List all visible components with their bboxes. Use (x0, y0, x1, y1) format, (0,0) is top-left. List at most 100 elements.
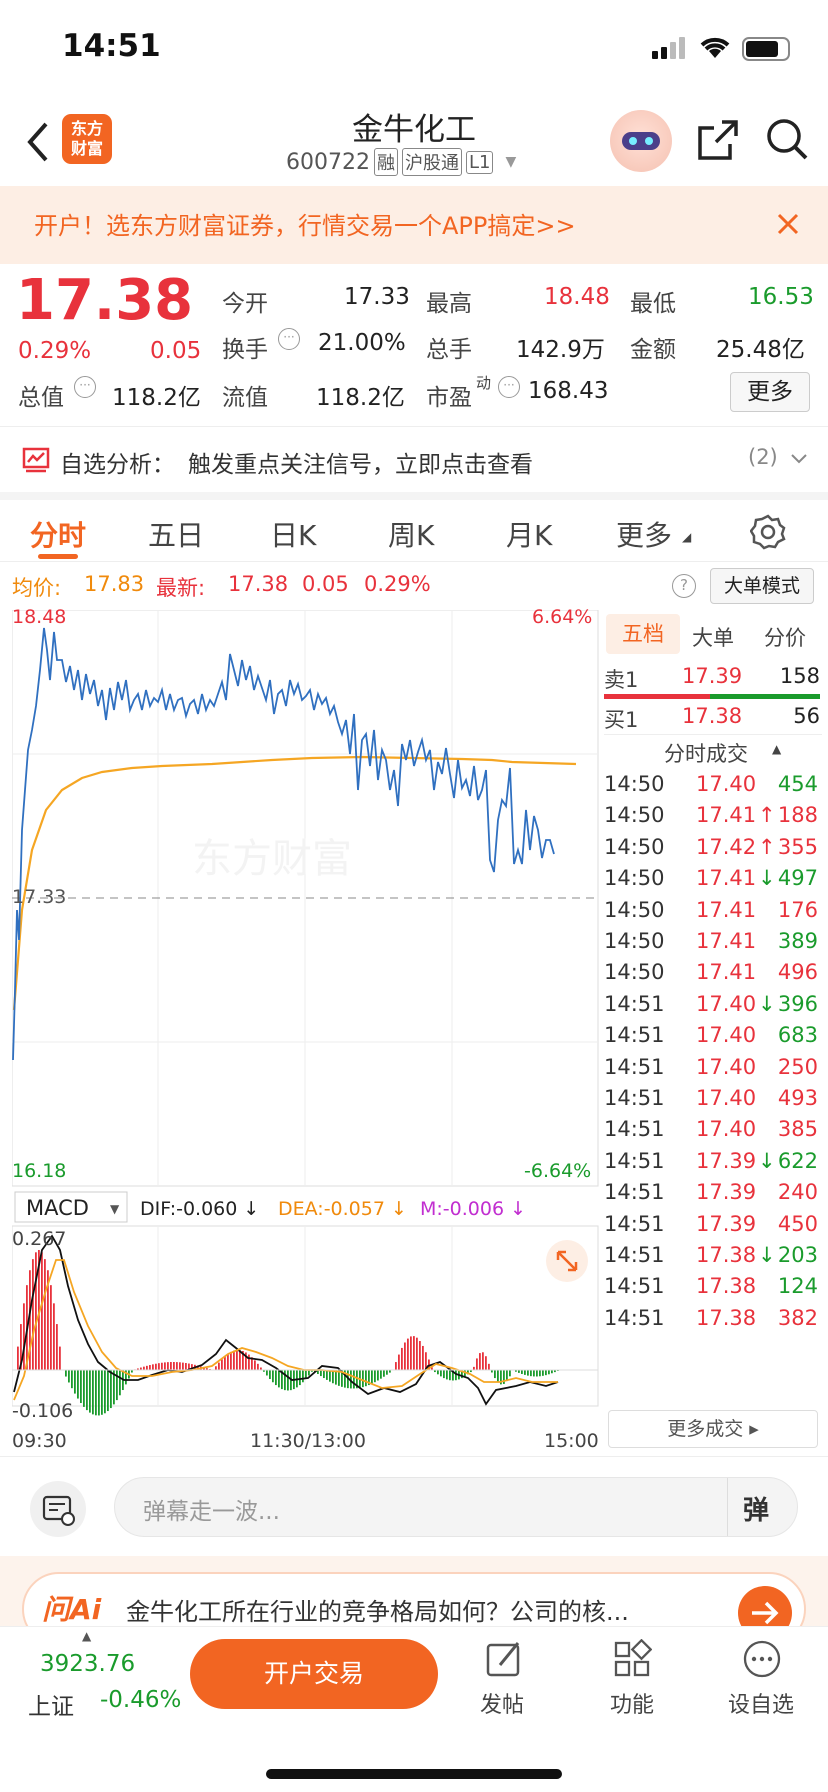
chevron-down-icon: ▼ (110, 1202, 120, 1216)
more-button[interactable]: 更多 (730, 372, 810, 412)
macd-bar (509, 1370, 511, 1377)
trade-time: 14:51 (604, 1305, 665, 1330)
status-bar: 14:51 (0, 0, 828, 100)
price-change: 0.05 (150, 338, 202, 364)
intraday-chart[interactable]: 东方财富 18.48 6.64% 17.33 16.18 -6.64% MACD… (12, 606, 600, 1452)
chart-svg: 东方财富 (12, 610, 599, 1416)
macd-bar (269, 1370, 271, 1380)
analysis-text: 触发重点关注信号，立即点击查看 (188, 452, 533, 478)
close-icon[interactable] (776, 212, 800, 236)
macd-bar (542, 1370, 544, 1376)
promo-banner[interactable]: 开户！选东方财富证券，行情交易一个APP搞定>> (0, 186, 828, 264)
macd-bar (407, 1338, 409, 1371)
macd-bar (98, 1370, 100, 1416)
trade-row: 14:51 17.40 250 (600, 1055, 822, 1089)
trade-arrow-icon: ↑ (758, 803, 776, 828)
more-dots-icon[interactable] (742, 1639, 782, 1679)
trade-time: 14:50 (604, 960, 665, 985)
grid-icon[interactable] (612, 1639, 652, 1679)
macd-bar (89, 1370, 91, 1413)
tab-more[interactable]: 更多 (616, 514, 672, 554)
trade-volume: 396 (777, 991, 818, 1016)
macd-bar (233, 1350, 235, 1371)
trade-price: 17.40 (696, 991, 757, 1016)
big-order-mode-button[interactable]: 大单模式 (710, 568, 814, 604)
macd-bar (413, 1336, 415, 1371)
open-account-trade-button[interactable]: 开户交易 (190, 1639, 438, 1709)
watermark-text: 东方财富 (192, 836, 352, 882)
macd-bar (326, 1370, 328, 1380)
promo-text: 开户！选东方财富证券，行情交易一个APP搞定>> (34, 212, 576, 240)
macd-bar (299, 1370, 301, 1386)
home-indicator (266, 1769, 562, 1779)
index-value[interactable]: 3923.76 (40, 1651, 135, 1677)
watchlist-label[interactable]: 设自选 (728, 1687, 794, 1719)
trade-price: 17.38 (696, 1305, 757, 1330)
trade-row: 14:50 17.41 176 (600, 898, 822, 932)
tab-five-levels[interactable]: 五档 (606, 614, 680, 654)
macd-bar (449, 1370, 451, 1381)
ai-robot-icon[interactable] (610, 110, 672, 172)
trades-title: 分时成交 (664, 742, 748, 766)
info-icon[interactable]: ··· (498, 376, 520, 398)
low-value: 16.53 (748, 284, 814, 310)
period-tabs: 分时 五日 日K 周K 月K 更多 ◢ (0, 492, 828, 562)
macd-bar (83, 1370, 85, 1407)
comment-input[interactable]: 弹幕走一波... 弹 (114, 1477, 798, 1537)
app-logo: 东方 财富 (62, 114, 112, 164)
more-trades-button[interactable]: 更多成交 ▸ (608, 1410, 818, 1448)
tab-intraday[interactable]: 分时 (30, 514, 86, 554)
trade-price: 17.41 (696, 929, 757, 953)
send-barrage-button[interactable]: 弹 (743, 1490, 769, 1527)
help-icon[interactable]: ? (672, 574, 696, 598)
post-label[interactable]: 发帖 (480, 1687, 524, 1719)
macd-bar (239, 1350, 241, 1371)
back-icon[interactable] (26, 122, 50, 162)
macd-bar (374, 1370, 376, 1383)
tab-daily-k[interactable]: 日K (270, 514, 316, 554)
macd-bar (227, 1353, 229, 1371)
info-icon[interactable]: ··· (74, 376, 96, 398)
pmin-label: -6.64% (524, 1160, 592, 1182)
function-label[interactable]: 功能 (610, 1687, 654, 1719)
macd-bar (497, 1370, 499, 1383)
stock-subtitle[interactable]: 600722 融 沪股通 L1 ▼ (286, 148, 516, 176)
tab-weekly-k[interactable]: 周K (388, 514, 434, 554)
search-icon[interactable] (764, 116, 810, 162)
barrage-toggle-icon[interactable] (30, 1481, 86, 1537)
macd-select[interactable]: MACD (26, 1196, 89, 1220)
time-end: 15:00 (544, 1430, 599, 1452)
divider (727, 1478, 728, 1536)
trade-row: 14:50 17.41 ↑ 188 (600, 803, 822, 837)
expand-icon[interactable] (546, 1240, 588, 1282)
tab-big-orders[interactable]: 大单 (692, 622, 734, 652)
tab-five-day[interactable]: 五日 (148, 514, 204, 554)
macd-bar (77, 1370, 79, 1399)
trade-row: 14:50 17.41 ↓ 497 (600, 866, 822, 900)
edit-post-icon[interactable] (484, 1639, 524, 1679)
analysis-bar[interactable]: 自选分析： 触发重点关注信号，立即点击查看 (2) (0, 426, 828, 492)
trade-row: 14:51 17.39 ↓ 622 (600, 1149, 822, 1183)
info-icon[interactable]: ··· (278, 328, 300, 350)
trade-price: 17.41 (696, 960, 757, 985)
macd-bar (35, 1252, 37, 1371)
chart-info: 均价: 17.83 最新: 17.38 0.05 0.29% ? 大单模式 (0, 562, 828, 610)
tab-price-dist[interactable]: 分价 (764, 622, 806, 652)
sell-bar (710, 694, 820, 699)
trade-time: 14:51 (604, 1086, 665, 1110)
float-value: 118.2亿 (316, 385, 405, 411)
m-label: M:-0.006 ↓ (420, 1198, 527, 1220)
stock-header: 东方 财富 金牛化工 600722 融 沪股通 L1 ▼ (0, 100, 828, 186)
macd-bar (377, 1370, 379, 1381)
buy1-label: 买1 (604, 708, 639, 732)
macd-bar (158, 1363, 160, 1371)
gear-icon[interactable] (750, 514, 786, 550)
mktcap-value: 118.2亿 (112, 385, 201, 411)
macd-bar (386, 1370, 388, 1375)
turnover-value: 21.00% (318, 330, 406, 356)
share-icon[interactable] (696, 118, 740, 162)
macd-bar (176, 1362, 178, 1371)
tab-monthly-k[interactable]: 月K (506, 514, 552, 554)
macd-bar (230, 1351, 232, 1371)
macd-bar (320, 1370, 322, 1377)
